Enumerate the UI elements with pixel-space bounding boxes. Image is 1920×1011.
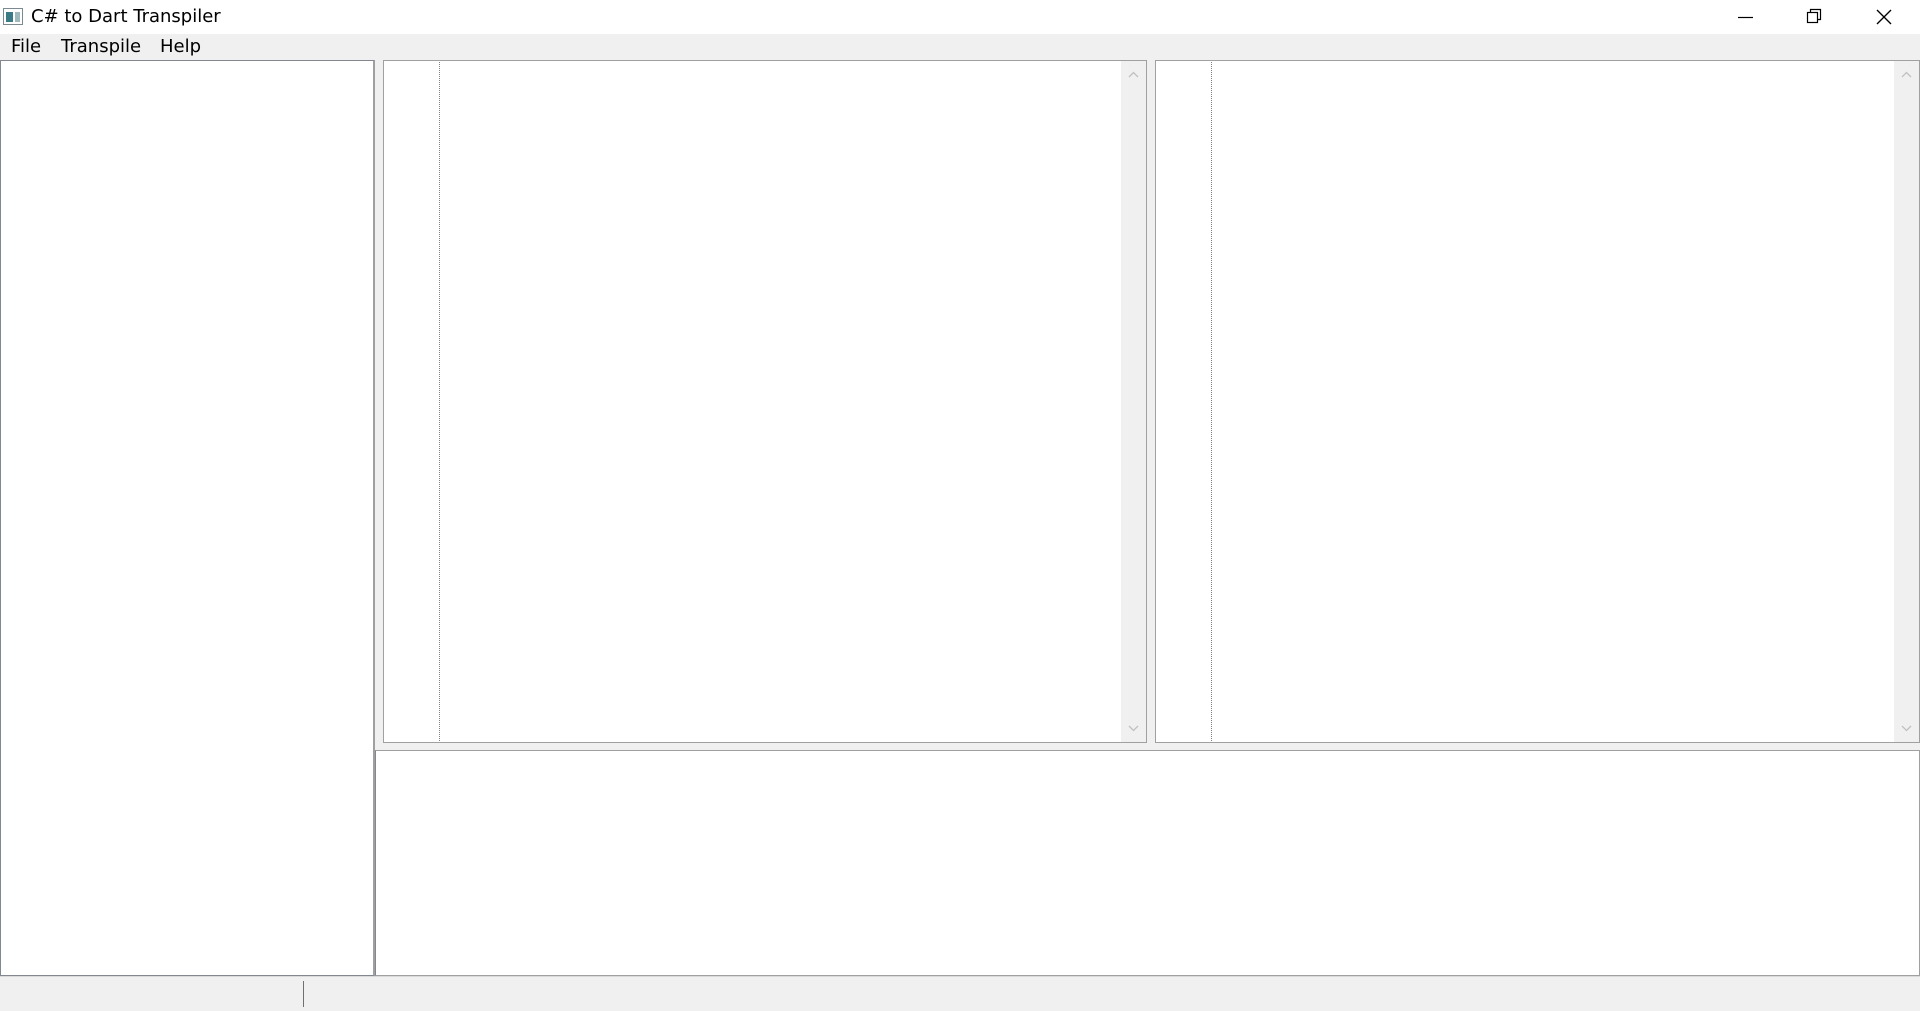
scroll-up-arrow-icon[interactable]	[1121, 65, 1146, 85]
status-bar	[0, 976, 1920, 1011]
app-window: C# to Dart Transpiler File Transpile Hel…	[0, 0, 1920, 1011]
title-bar[interactable]: C# to Dart Transpiler	[0, 0, 1920, 34]
close-button[interactable]	[1848, 0, 1920, 34]
scroll-up-arrow-icon[interactable]	[1894, 65, 1919, 85]
window-title: C# to Dart Transpiler	[31, 6, 221, 27]
minimize-icon	[1738, 16, 1753, 19]
app-icon-left-pane	[6, 12, 13, 22]
restore-button[interactable]	[1778, 0, 1847, 34]
menu-bar: File Transpile Help	[0, 34, 1920, 60]
app-icon-right-pane	[15, 12, 20, 22]
menu-transpile[interactable]: Transpile	[61, 36, 141, 58]
project-tree-panel[interactable]	[0, 60, 375, 976]
restore-icon	[1806, 8, 1822, 24]
status-bar-separator	[303, 981, 304, 1007]
output-editor[interactable]	[1155, 60, 1920, 743]
menu-file[interactable]: File	[11, 36, 41, 58]
menu-help[interactable]: Help	[160, 36, 201, 58]
scroll-down-arrow-icon[interactable]	[1894, 718, 1919, 738]
console-output-panel[interactable]	[375, 750, 1920, 976]
line-number-gutter-divider	[1211, 62, 1212, 741]
line-number-gutter-divider	[439, 62, 440, 741]
close-icon	[1876, 9, 1892, 25]
output-editor-scrollbar[interactable]	[1894, 61, 1919, 742]
source-editor-scrollbar[interactable]	[1121, 61, 1146, 742]
source-editor[interactable]	[383, 60, 1147, 743]
app-window-icon[interactable]	[3, 8, 23, 25]
scroll-down-arrow-icon[interactable]	[1121, 718, 1146, 738]
minimize-button[interactable]	[1709, 0, 1778, 34]
